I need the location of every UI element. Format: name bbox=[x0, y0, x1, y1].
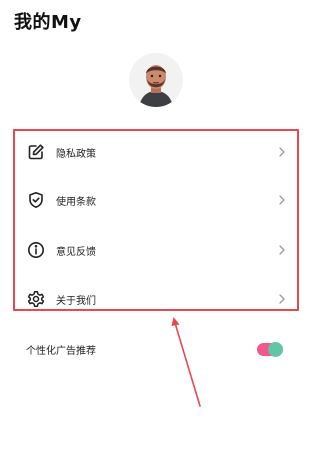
chevron-right-icon bbox=[279, 294, 285, 304]
personalized-ads-label: 个性化广告推荐 bbox=[26, 345, 96, 357]
personalized-ads-toggle[interactable] bbox=[257, 342, 283, 357]
settings-icon bbox=[26, 289, 46, 309]
menu-item-label: 关于我们 bbox=[56, 295, 96, 307]
chevron-right-icon bbox=[279, 245, 285, 255]
menu-item-privacy-policy[interactable]: 隐私政策 bbox=[26, 138, 288, 166]
page-title: 我的My bbox=[14, 12, 82, 33]
avatar-illustration bbox=[129, 53, 183, 107]
toggle-knob bbox=[268, 342, 283, 357]
chevron-right-icon bbox=[279, 147, 285, 157]
avatar[interactable] bbox=[129, 53, 183, 107]
menu-item-label: 隐私政策 bbox=[56, 148, 96, 160]
shield-check-icon bbox=[26, 190, 46, 210]
edit-icon bbox=[26, 142, 46, 162]
menu-item-label: 使用条款 bbox=[56, 196, 96, 208]
menu-item-label: 意见反馈 bbox=[56, 246, 96, 258]
menu-item-terms-of-use[interactable]: 使用条款 bbox=[26, 186, 288, 214]
personalized-ads-row: 个性化广告推荐 bbox=[26, 338, 288, 360]
info-icon bbox=[26, 240, 46, 260]
chevron-right-icon bbox=[279, 195, 285, 205]
menu-item-about-us[interactable]: 关于我们 bbox=[26, 285, 288, 313]
menu-item-feedback[interactable]: 意见反馈 bbox=[26, 236, 288, 264]
